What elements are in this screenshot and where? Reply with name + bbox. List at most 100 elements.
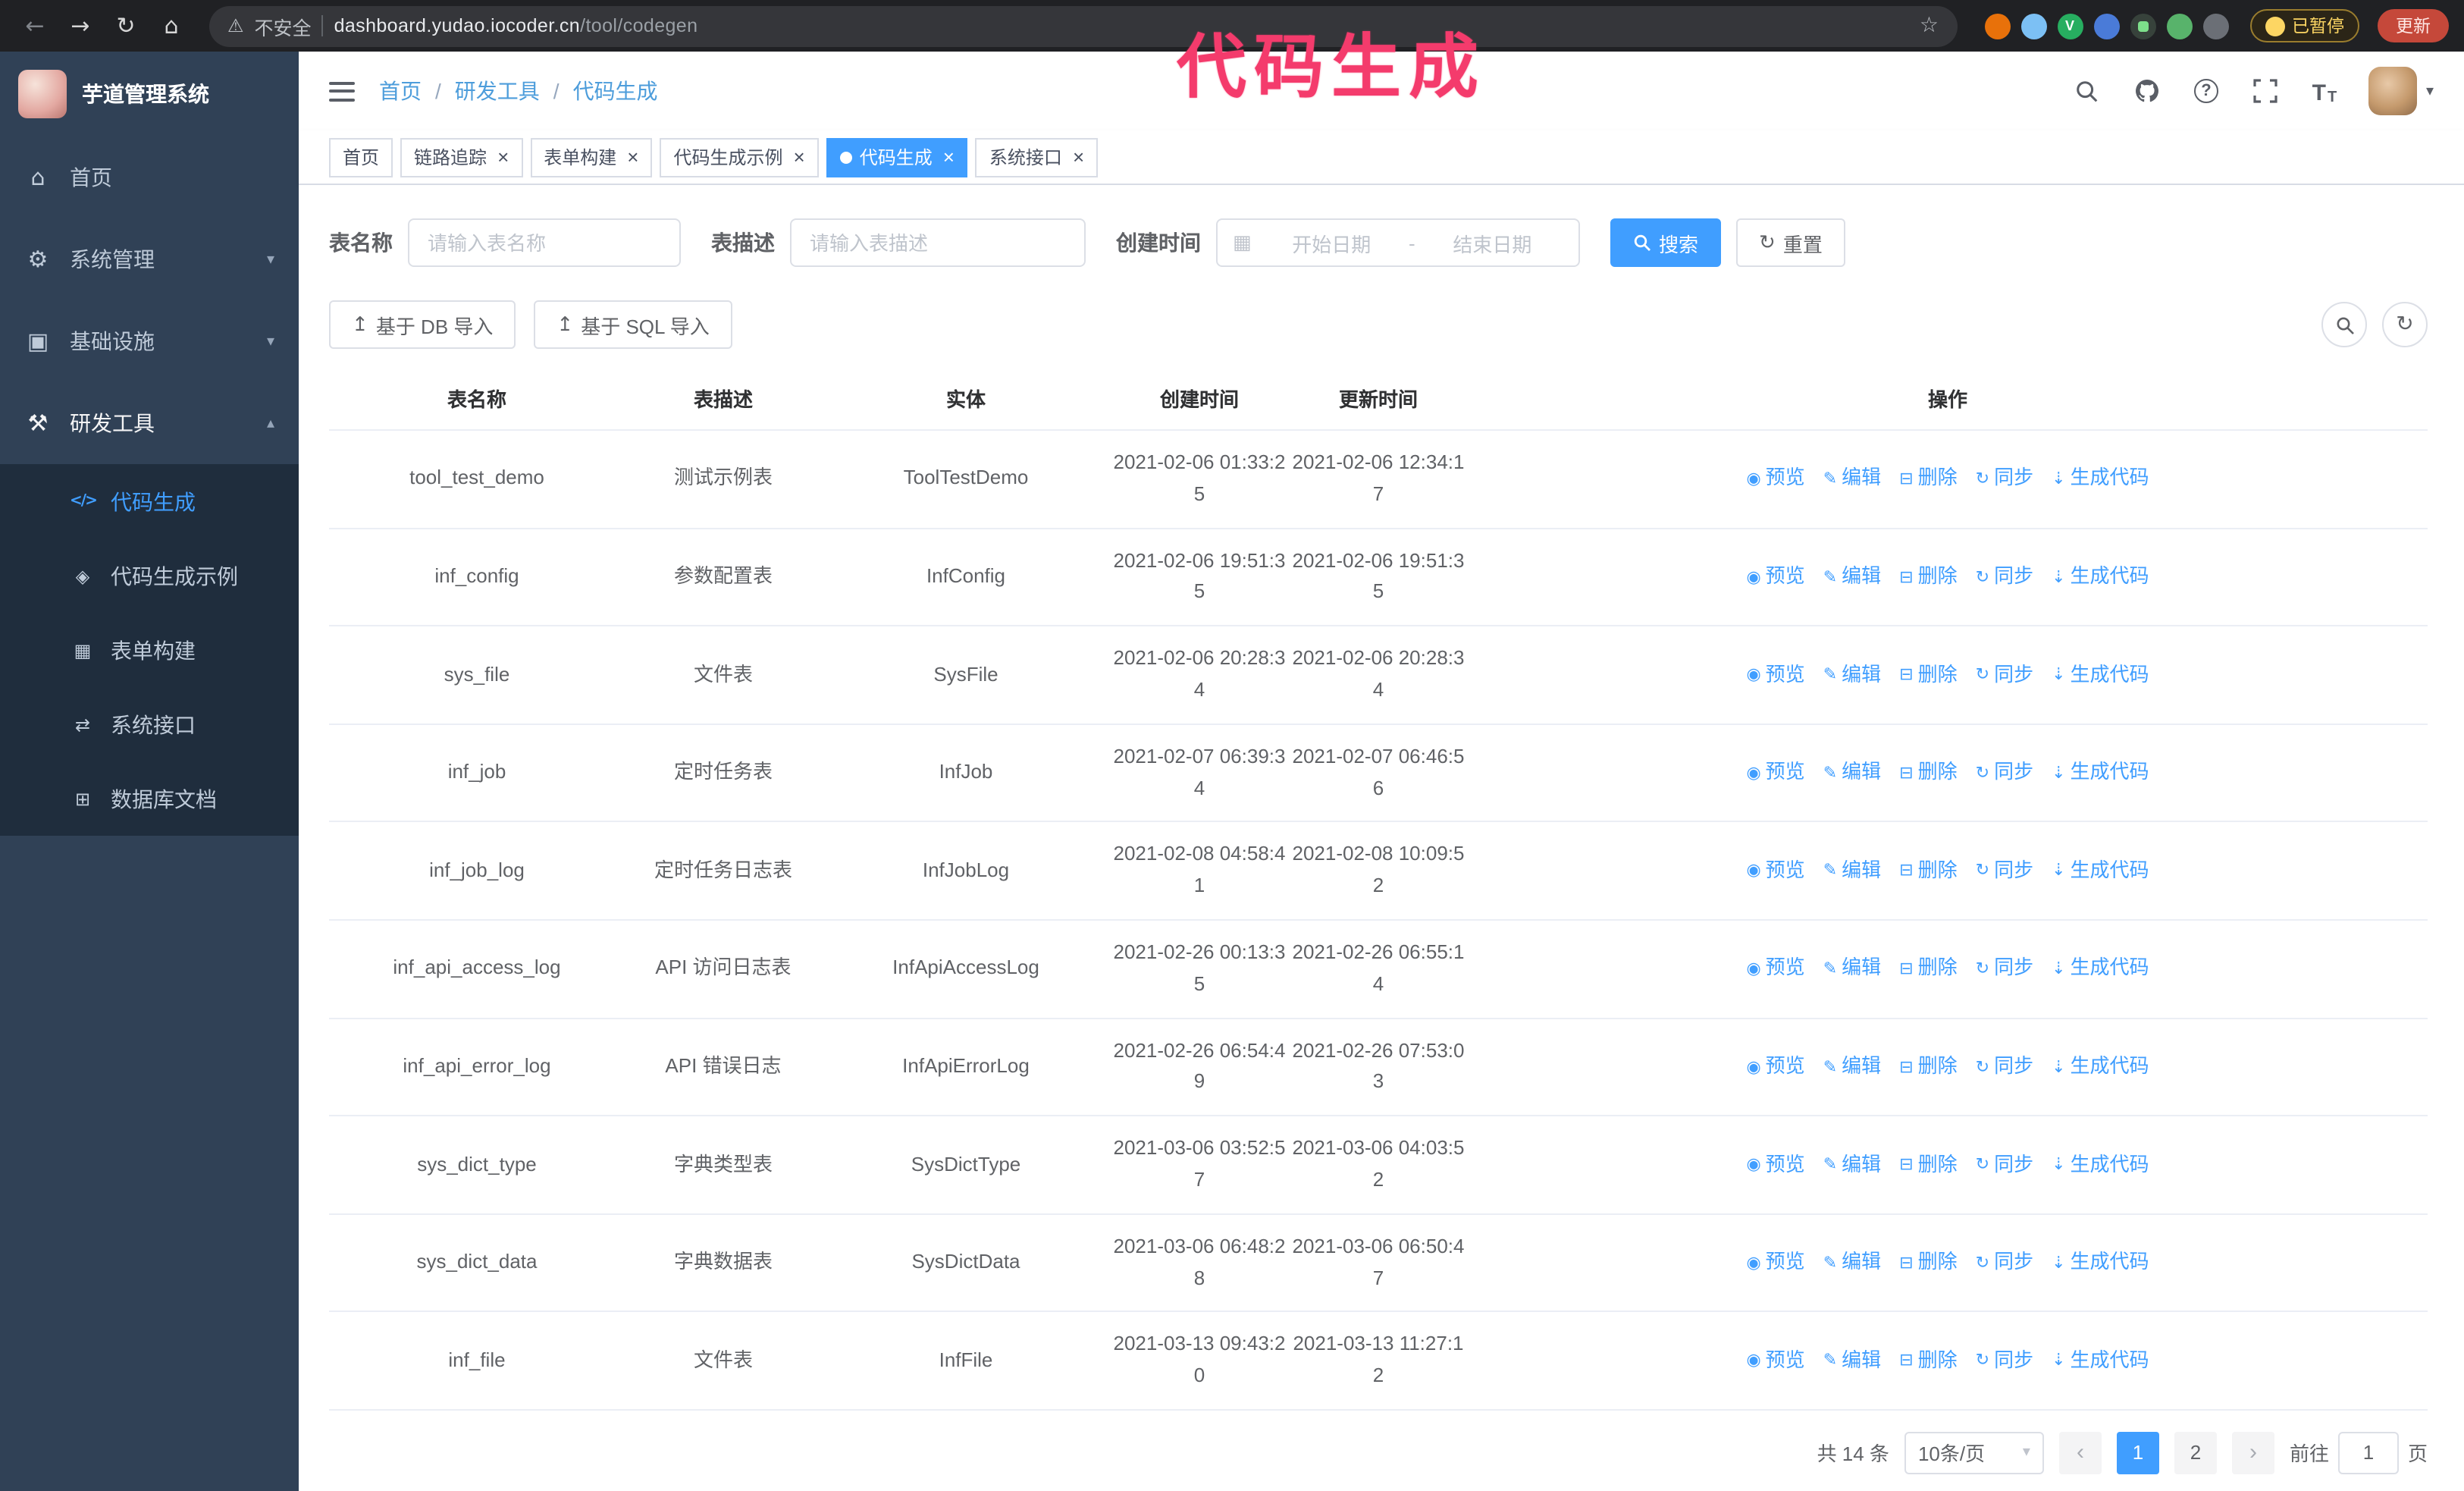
table-desc-input[interactable] — [790, 218, 1086, 267]
action-generate-code-link[interactable]: ⇣ 生成代码 — [2052, 659, 2149, 691]
goto-page-input[interactable] — [2337, 1431, 2399, 1474]
action-delete-link[interactable]: ⊟ 删除 — [1899, 1345, 1957, 1376]
action-sync-link[interactable]: ↻ 同步 — [1976, 1247, 2033, 1279]
tab-codegen[interactable]: 代码生成 × — [826, 137, 968, 177]
tab-tracing[interactable]: 链路追踪 × — [400, 137, 523, 177]
action-delete-link[interactable]: ⊟ 删除 — [1899, 1149, 1957, 1181]
action-preview-link[interactable]: ◉ 预览 — [1746, 1149, 1804, 1181]
action-preview-link[interactable]: ◉ 预览 — [1746, 757, 1804, 789]
toggle-search-button[interactable] — [2321, 302, 2367, 347]
action-sync-link[interactable]: ↻ 同步 — [1976, 659, 2033, 691]
action-edit-link[interactable]: ✎ 编辑 — [1823, 757, 1881, 789]
action-edit-link[interactable]: ✎ 编辑 — [1823, 463, 1881, 495]
action-edit-link[interactable]: ✎ 编辑 — [1823, 561, 1881, 593]
action-generate-code-link[interactable]: ⇣ 生成代码 — [2052, 757, 2149, 789]
next-page-button[interactable]: › — [2231, 1431, 2274, 1474]
action-edit-link[interactable]: ✎ 编辑 — [1823, 659, 1881, 691]
help-icon[interactable]: ? — [2191, 76, 2221, 106]
action-sync-link[interactable]: ↻ 同步 — [1976, 1345, 2033, 1376]
action-generate-code-link[interactable]: ⇣ 生成代码 — [2052, 855, 2149, 887]
action-preview-link[interactable]: ◉ 预览 — [1746, 659, 1804, 691]
action-delete-link[interactable]: ⊟ 删除 — [1899, 953, 1957, 985]
action-delete-link[interactable]: ⊟ 删除 — [1899, 757, 1957, 789]
tab-close-icon[interactable]: × — [943, 147, 955, 167]
action-preview-link[interactable]: ◉ 预览 — [1746, 953, 1804, 985]
action-edit-link[interactable]: ✎ 编辑 — [1823, 855, 1881, 887]
breadcrumb-dev-tools[interactable]: 研发工具 — [455, 76, 540, 106]
extension-icon[interactable] — [2130, 13, 2155, 39]
action-preview-link[interactable]: ◉ 预览 — [1746, 1051, 1804, 1083]
tab-codegen-example[interactable]: 代码生成示例 × — [660, 137, 819, 177]
action-edit-link[interactable]: ✎ 编辑 — [1823, 1149, 1881, 1181]
sidebar-item-codegen-example[interactable]: ◈ 代码生成示例 — [0, 538, 299, 613]
sidebar-item-dev-tools[interactable]: ⚒ 研发工具 ▴ — [0, 382, 299, 464]
bookmark-star-icon[interactable]: ☆ — [1920, 14, 1939, 38]
paused-badge[interactable]: 已暂停 — [2249, 9, 2359, 42]
action-sync-link[interactable]: ↻ 同步 — [1976, 953, 2033, 985]
extension-icon[interactable] — [1984, 13, 2010, 39]
action-edit-link[interactable]: ✎ 编辑 — [1823, 1345, 1881, 1376]
import-db-button[interactable]: ↥ 基于 DB 导入 — [329, 300, 516, 349]
action-delete-link[interactable]: ⊟ 删除 — [1899, 1051, 1957, 1083]
tab-system-api[interactable]: 系统接口 × — [975, 137, 1099, 177]
action-preview-link[interactable]: ◉ 预览 — [1746, 463, 1804, 495]
action-sync-link[interactable]: ↻ 同步 — [1976, 561, 2033, 593]
extension-icon[interactable] — [2020, 13, 2046, 39]
table-name-input[interactable] — [408, 218, 681, 267]
action-sync-link[interactable]: ↻ 同步 — [1976, 463, 2033, 495]
action-delete-link[interactable]: ⊟ 删除 — [1899, 463, 1957, 495]
browser-back-icon[interactable]: ← — [15, 6, 55, 46]
browser-forward-icon[interactable]: → — [61, 6, 100, 46]
search-button[interactable]: 搜索 — [1610, 218, 1722, 267]
tab-close-icon[interactable]: × — [794, 147, 805, 167]
action-preview-link[interactable]: ◉ 预览 — [1746, 561, 1804, 593]
action-sync-link[interactable]: ↻ 同步 — [1976, 1051, 2033, 1083]
action-delete-link[interactable]: ⊟ 删除 — [1899, 1247, 1957, 1279]
action-edit-link[interactable]: ✎ 编辑 — [1823, 1247, 1881, 1279]
search-icon[interactable] — [2073, 76, 2103, 106]
sidebar-item-home[interactable]: ⌂ 首页 — [0, 137, 299, 218]
prev-page-button[interactable]: ‹ — [2058, 1431, 2102, 1474]
action-edit-link[interactable]: ✎ 编辑 — [1823, 1051, 1881, 1083]
tab-form-builder[interactable]: 表单构建 × — [530, 137, 653, 177]
browser-reload-icon[interactable]: ↻ — [106, 6, 146, 46]
sidebar-item-codegen[interactable]: </> 代码生成 — [0, 464, 299, 538]
action-sync-link[interactable]: ↻ 同步 — [1976, 855, 2033, 887]
extension-icon[interactable] — [2166, 13, 2192, 39]
extension-icon[interactable]: V — [2057, 13, 2083, 39]
sidebar-item-infrastructure[interactable]: ▣ 基础设施 ▾ — [0, 300, 299, 382]
action-delete-link[interactable]: ⊟ 删除 — [1899, 561, 1957, 593]
sidebar-item-system-management[interactable]: ⚙ 系统管理 ▾ — [0, 218, 299, 300]
date-range-picker[interactable]: ▦ 开始日期 - 结束日期 — [1216, 218, 1580, 267]
action-generate-code-link[interactable]: ⇣ 生成代码 — [2052, 561, 2149, 593]
page-button-1[interactable]: 1 — [2116, 1431, 2159, 1474]
user-menu[interactable]: ▾ — [2368, 67, 2434, 115]
action-generate-code-link[interactable]: ⇣ 生成代码 — [2052, 1247, 2149, 1279]
action-preview-link[interactable]: ◉ 预览 — [1746, 1247, 1804, 1279]
address-bar[interactable]: ⚠ 不安全 dashboard.yudao.iocoder.cn/tool/co… — [209, 5, 1957, 46]
reset-button[interactable]: ↻ 重置 — [1736, 218, 1845, 267]
tab-home[interactable]: 首页 — [329, 137, 393, 177]
font-size-icon[interactable]: TT — [2309, 76, 2340, 106]
sidebar-item-form-builder[interactable]: ▦ 表单构建 — [0, 613, 299, 687]
action-generate-code-link[interactable]: ⇣ 生成代码 — [2052, 1345, 2149, 1376]
browser-update-button[interactable]: 更新 — [2378, 9, 2449, 42]
sidebar-item-system-api[interactable]: ⇄ 系统接口 — [0, 687, 299, 761]
action-generate-code-link[interactable]: ⇣ 生成代码 — [2052, 953, 2149, 985]
action-preview-link[interactable]: ◉ 预览 — [1746, 1345, 1804, 1376]
sidebar-item-db-docs[interactable]: ⊞ 数据库文档 — [0, 761, 299, 836]
browser-home-icon[interactable]: ⌂ — [152, 6, 191, 46]
action-preview-link[interactable]: ◉ 预览 — [1746, 855, 1804, 887]
import-sql-button[interactable]: ↥ 基于 SQL 导入 — [534, 300, 732, 349]
extension-icon[interactable] — [2093, 13, 2119, 39]
fullscreen-icon[interactable] — [2250, 76, 2281, 106]
action-generate-code-link[interactable]: ⇣ 生成代码 — [2052, 1051, 2149, 1083]
breadcrumb-home[interactable]: 首页 — [379, 76, 422, 106]
tab-close-icon[interactable]: × — [1073, 147, 1084, 167]
refresh-table-button[interactable]: ↻ — [2382, 302, 2428, 347]
page-button-2[interactable]: 2 — [2174, 1431, 2217, 1474]
action-delete-link[interactable]: ⊟ 删除 — [1899, 659, 1957, 691]
action-sync-link[interactable]: ↻ 同步 — [1976, 757, 2033, 789]
tab-close-icon[interactable]: × — [627, 147, 638, 167]
action-sync-link[interactable]: ↻ 同步 — [1976, 1149, 2033, 1181]
